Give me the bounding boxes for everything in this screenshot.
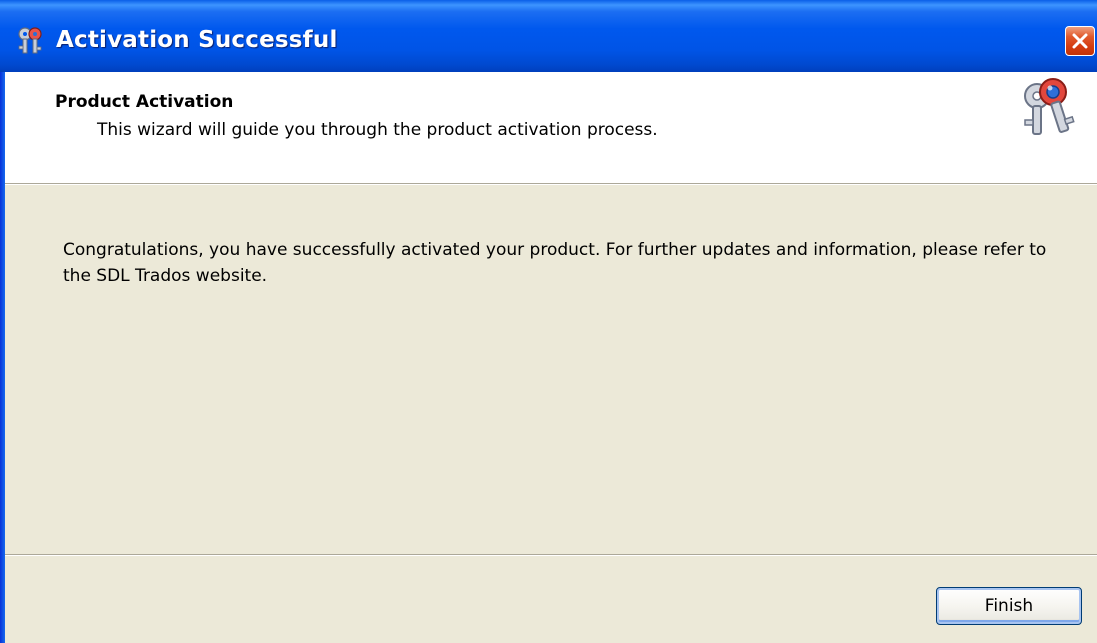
success-message: Congratulations, you have successfully a… [63,240,1047,286]
close-icon [1072,33,1088,49]
header-divider [5,184,1097,185]
header-subtitle: This wizard will guide you through the p… [97,120,658,140]
keys-icon [1015,76,1079,140]
activation-dialog: Activation Successful Product Activation… [0,0,1097,643]
title-bar[interactable]: Activation Successful [0,0,1097,72]
footer-divider-highlight [5,555,1097,556]
close-button[interactable] [1065,26,1095,56]
header-title: Product Activation [55,92,234,112]
keys-app-icon [16,26,44,56]
wizard-header: Product Activation This wizard will guid… [5,72,1097,184]
finish-button[interactable]: Finish [936,587,1082,625]
window-title: Activation Successful [56,27,338,53]
